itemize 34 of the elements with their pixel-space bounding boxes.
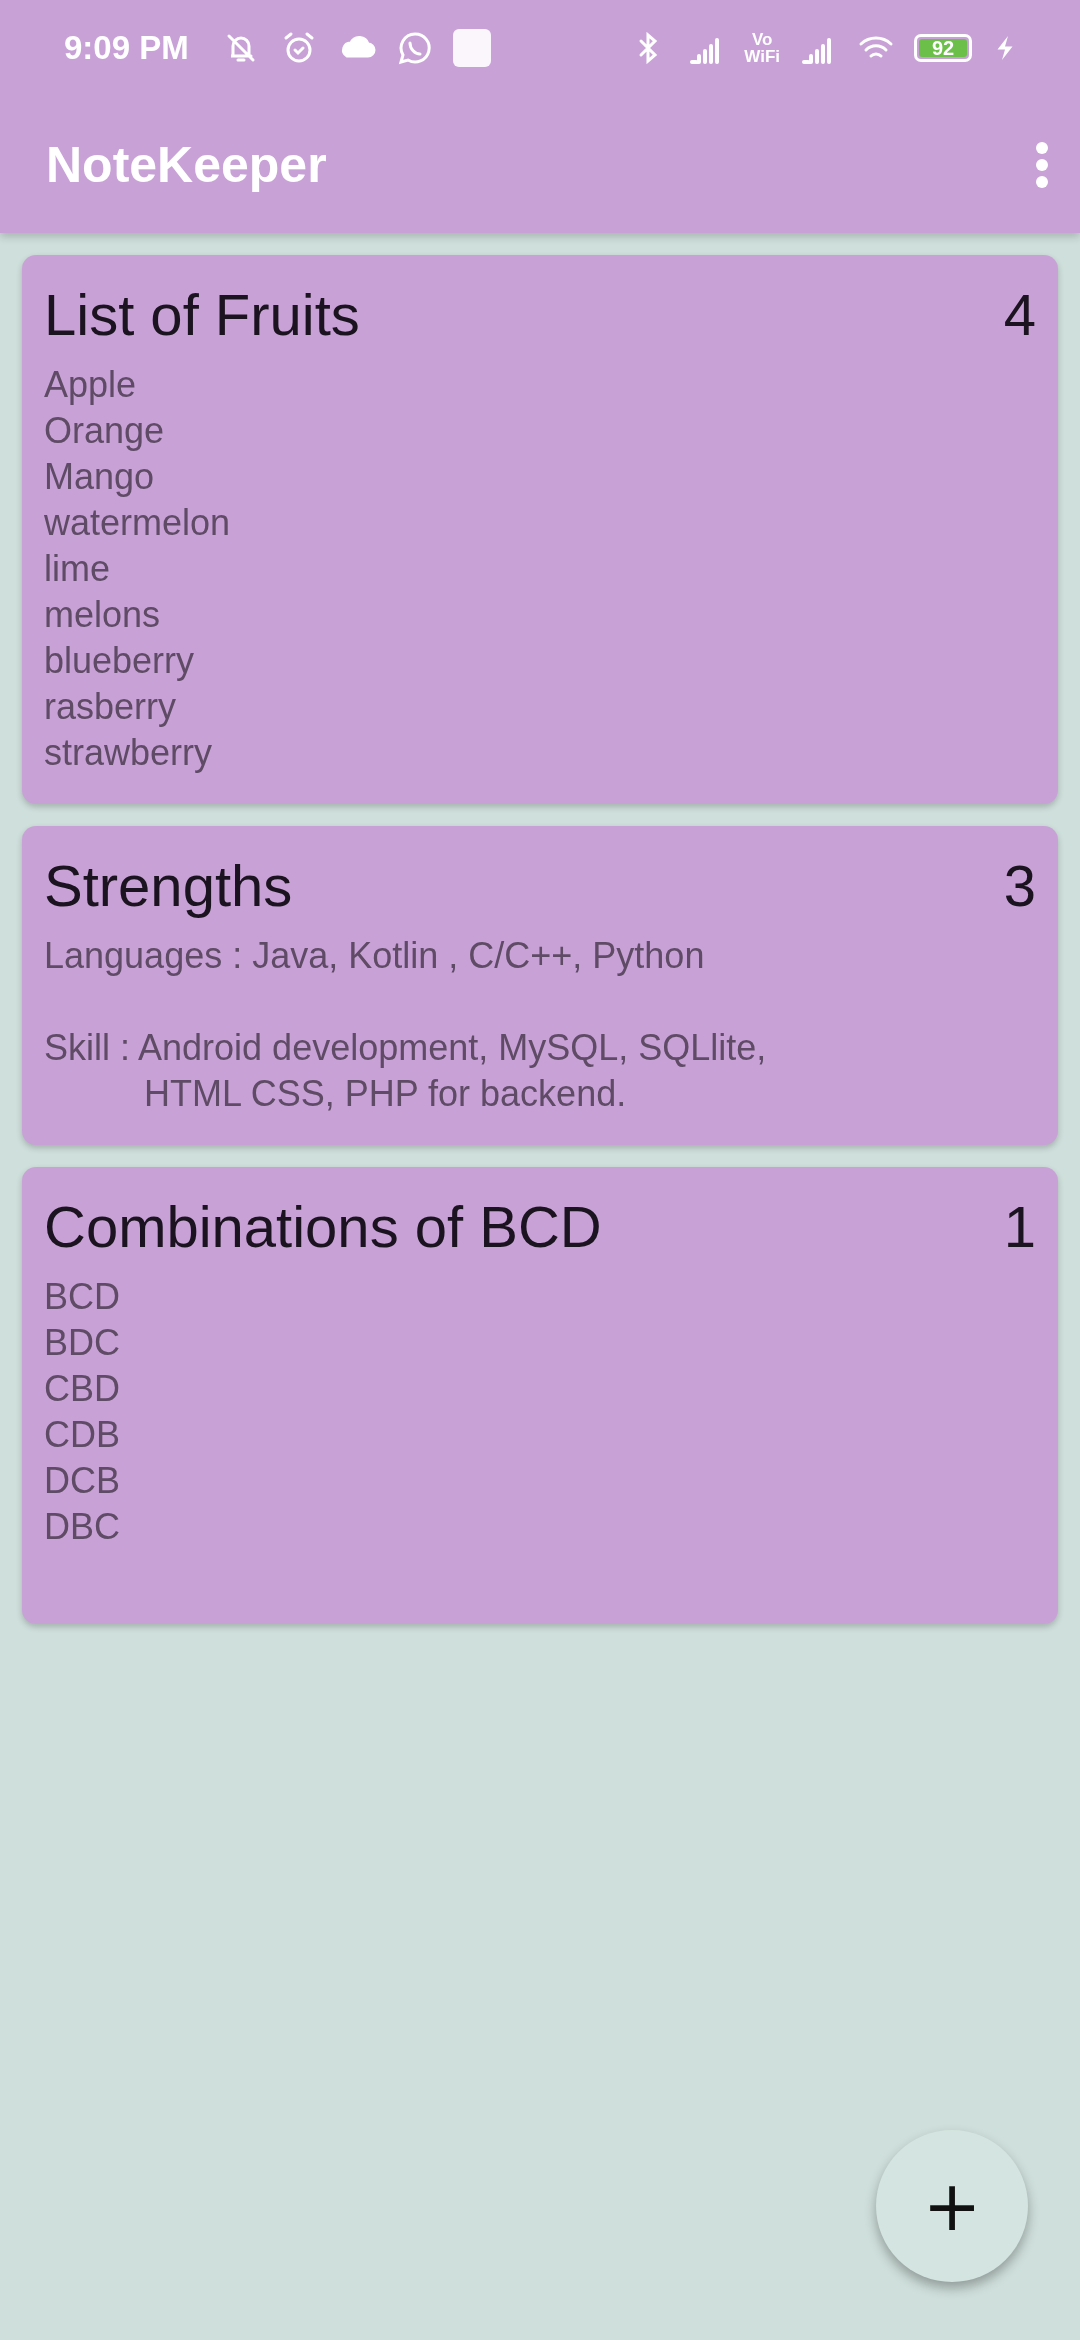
note-line: CDB [44, 1413, 121, 1457]
note-line: blueberry [44, 639, 196, 683]
note-line: Apple [44, 363, 138, 407]
note-line: CBD [44, 1367, 121, 1411]
status-time: 9:09 PM [64, 29, 189, 67]
app-icon [452, 29, 491, 67]
note-line: rasberry [44, 685, 178, 729]
note-line: lime [44, 547, 111, 591]
app-title: NoteKeeper [46, 135, 328, 194]
note-line: Orange [44, 409, 166, 453]
note-line: HTML CSS, PHP for backend. [143, 1072, 628, 1116]
note-line: watermelon [44, 501, 232, 545]
note-card[interactable]: List of Fruits 4 Apple Orange Mango watermelon lime melons blueberry rasberry strawberry [22, 255, 1058, 804]
note-line: BDC [44, 1321, 121, 1365]
note-count: 4 [1003, 281, 1036, 348]
more-options-icon[interactable] [1034, 140, 1050, 189]
note-line: DBC [44, 1505, 121, 1549]
note-line: Mango [44, 455, 156, 499]
note-line: Skill : Android development, MySQL, SQLlite, [44, 1026, 768, 1070]
note-title: List of Fruits [44, 281, 361, 348]
note-count: 3 [1003, 852, 1036, 919]
battery-level: 92 [919, 39, 967, 57]
note-line: DCB [44, 1459, 121, 1503]
note-line: strawberry [44, 731, 214, 775]
note-line: Languages : Java, Kotlin , C/C++, Python [44, 934, 706, 978]
note-count: 1 [1003, 1193, 1036, 1260]
note-card[interactable]: Combinations of BCD 1 BCD BDC CBD CDB DCB DBC [22, 1167, 1058, 1624]
vowifi-label: Vo WiFi [744, 31, 780, 65]
note-line: BCD [44, 1275, 121, 1319]
note-card[interactable]: Strengths 3 Languages : Java, Kotlin , C/C++, Python Skill : Android development, MySQL, SQLlite, HTML CSS, PHP for backend. [22, 826, 1058, 1145]
add-note-button[interactable]: + [876, 2130, 1028, 2282]
note-line: melons [44, 593, 162, 637]
note-title: Strengths [44, 852, 294, 919]
note-title: Combinations of BCD [44, 1193, 603, 1260]
